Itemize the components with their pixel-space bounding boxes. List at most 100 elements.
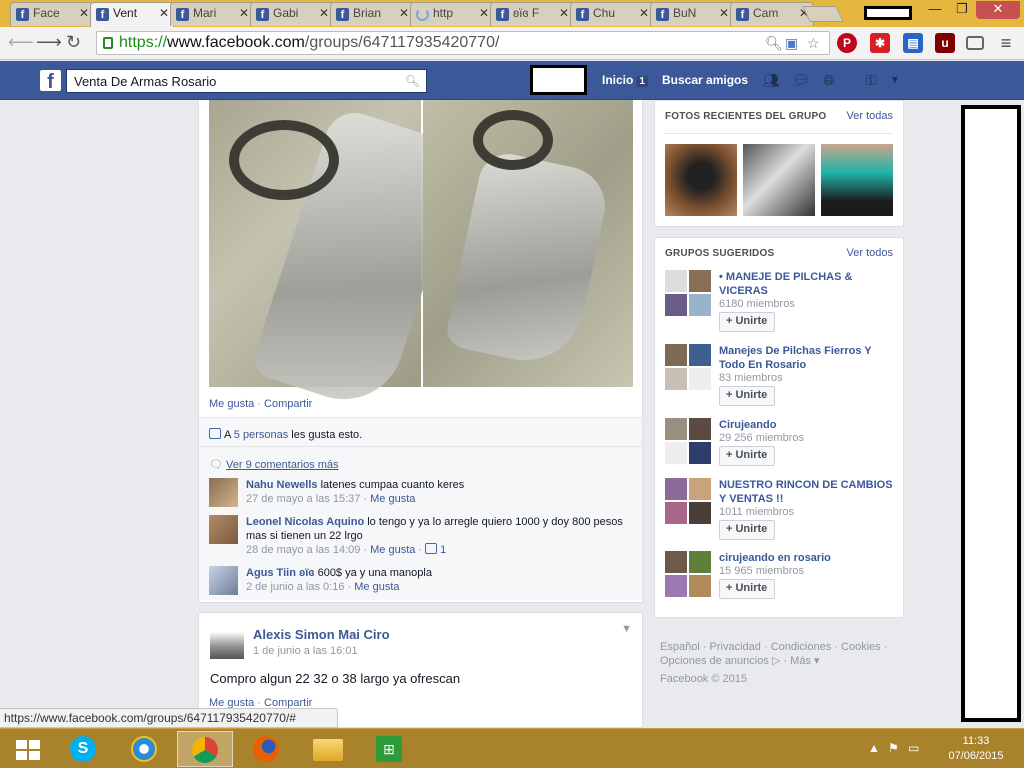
taskbar-chrome[interactable] (177, 731, 233, 767)
group-name-link[interactable]: • MANEJE DE PILCHAS & VICERAS (719, 270, 894, 298)
profile-redacted-box[interactable] (530, 65, 587, 95)
close-tab-icon[interactable]: ✕ (319, 6, 329, 20)
footer-link[interactable]: Cookies (841, 641, 881, 653)
tray-chevron-icon[interactable]: ▲ (868, 741, 880, 755)
post-photo[interactable] (423, 100, 633, 387)
share-link[interactable]: Compartir (264, 398, 312, 410)
avatar[interactable] (209, 515, 238, 544)
start-button[interactable] (0, 731, 56, 767)
likers-link[interactable]: 5 personas (234, 429, 288, 441)
comment-like-link[interactable]: Me gusta (370, 544, 415, 556)
nav-home[interactable]: Inicio 1 (602, 73, 648, 87)
messages-icon[interactable]: 💬︎ (792, 72, 810, 88)
action-center-flag-icon[interactable]: ⚑ (888, 741, 899, 755)
bookmark-star-icon[interactable]: ☆ (807, 35, 820, 52)
menu-icon[interactable]: ≡ (996, 33, 1016, 53)
notifications-globe-icon[interactable]: 🌐︎ (820, 72, 838, 88)
group-members-mosaic[interactable] (665, 344, 711, 390)
address-bar[interactable]: https://www.facebook.com/groups/64711793… (96, 31, 830, 55)
search-input[interactable]: Venta De Armas Rosario 🔍︎ (66, 69, 427, 93)
network-icon[interactable]: ▭ (908, 741, 919, 755)
comment-author[interactable]: Leonel Nicolas Aquino (246, 516, 364, 528)
facebook-logo-icon[interactable]: f (40, 70, 61, 93)
taskbar-firefox[interactable] (238, 731, 294, 767)
browser-tab[interactable]: f Gabi ✕ (250, 2, 334, 26)
privacy-shortcuts-icon[interactable]: ⚿ (862, 72, 880, 88)
see-all-groups-link[interactable]: Ver todos (847, 247, 893, 259)
join-group-button[interactable]: + Unirte (719, 312, 776, 332)
nav-find-friends[interactable]: Buscar amigos (662, 73, 748, 87)
comment-author[interactable]: Nahu Newells (246, 479, 318, 491)
taskbar-ie[interactable] (116, 731, 172, 767)
post-photo[interactable] (209, 100, 469, 415)
group-members-mosaic[interactable] (665, 418, 711, 464)
group-members-mosaic[interactable] (665, 551, 711, 597)
post-options-chevron-icon[interactable]: ▼ (621, 623, 632, 635)
friend-requests-icon[interactable]: 👥︎ (762, 72, 780, 88)
comment-author[interactable]: Agus Tiin ʚïɞ (246, 567, 315, 579)
comment-like-link[interactable]: Me gusta (354, 581, 399, 593)
taskbar-clock[interactable]: 11:33 07/06/2015 (938, 734, 1014, 764)
browser-tab[interactable]: http ✕ (410, 2, 494, 26)
maximize-icon[interactable]: ❐ (950, 1, 974, 19)
close-tab-icon[interactable]: ✕ (159, 6, 169, 20)
avatar[interactable] (210, 625, 244, 659)
comment-like-count[interactable]: 1 (440, 544, 446, 556)
browser-tab-active[interactable]: f Vent ✕ (90, 2, 174, 27)
reload-icon[interactable]: ↻ (66, 32, 81, 53)
browser-tab[interactable]: f ʚïɞ F ✕ (490, 2, 574, 26)
account-menu-chevron-icon[interactable]: ▼ (886, 75, 904, 91)
close-tab-icon[interactable]: ✕ (559, 6, 569, 20)
view-more-comments[interactable]: 🗨︎ Ver 9 comentarios más (209, 458, 339, 471)
close-tab-icon[interactable]: ✕ (639, 6, 649, 20)
group-name-link[interactable]: cirujeando en rosario (719, 551, 894, 565)
close-tab-icon[interactable]: ✕ (399, 6, 409, 20)
translate-icon[interactable]: ▣ (785, 35, 798, 52)
profile-redacted-box[interactable] (864, 6, 912, 20)
join-group-button[interactable]: + Unirte (719, 446, 776, 466)
extension-icon[interactable]: ▤ (903, 33, 923, 53)
taskbar-skype[interactable]: S (55, 731, 111, 767)
back-arrow-icon[interactable]: ⟵ (8, 32, 34, 53)
minimize-icon[interactable]: — (922, 1, 948, 19)
footer-link[interactable]: Privacidad (710, 641, 761, 653)
avatar[interactable] (209, 478, 238, 507)
join-group-button[interactable]: + Unirte (719, 520, 776, 540)
browser-tab[interactable]: f BuN ✕ (650, 2, 734, 26)
footer-link[interactable]: Opciones de anuncios (660, 655, 769, 667)
taskbar-explorer[interactable] (300, 731, 356, 767)
footer-link[interactable]: Condiciones (771, 641, 832, 653)
avatar[interactable] (209, 566, 238, 595)
browser-tab[interactable]: f Brian ✕ (330, 2, 414, 26)
post-date[interactable]: 1 de junio a las 16:01 (253, 645, 358, 657)
comment-like-link[interactable]: Me gusta (370, 493, 415, 505)
post-author[interactable]: Alexis Simon Mai Ciro (253, 627, 390, 642)
group-members-mosaic[interactable] (665, 270, 711, 316)
close-tab-icon[interactable]: ✕ (719, 6, 729, 20)
close-window-icon[interactable]: ✕ (976, 1, 1020, 19)
close-tab-icon[interactable]: ✕ (479, 6, 489, 20)
browser-tab[interactable]: f Mari ✕ (170, 2, 254, 26)
lastpass-icon[interactable]: ✱ (870, 33, 890, 53)
recent-photo[interactable] (821, 144, 893, 216)
join-group-button[interactable]: + Unirte (719, 579, 776, 599)
zoom-icon[interactable]: 🔍︎ (765, 35, 783, 52)
pinterest-icon[interactable]: P (837, 33, 857, 53)
see-all-photos-link[interactable]: Ver todas (847, 110, 893, 122)
close-tab-icon[interactable]: ✕ (79, 6, 89, 20)
group-name-link[interactable]: Manejes De Pilchas Fierros Y Todo En Ros… (719, 344, 894, 372)
browser-tab[interactable]: f Face ✕ (10, 2, 94, 26)
group-members-mosaic[interactable] (665, 478, 711, 524)
recent-photo[interactable] (743, 144, 815, 216)
cast-icon[interactable] (966, 36, 984, 50)
browser-tab[interactable]: f Chu ✕ (570, 2, 654, 26)
join-group-button[interactable]: + Unirte (719, 386, 776, 406)
taskbar-store[interactable]: ⊞ (361, 731, 417, 767)
recent-photo[interactable] (665, 144, 737, 216)
like-link[interactable]: Me gusta (209, 398, 254, 410)
close-tab-icon[interactable]: ✕ (239, 6, 249, 20)
ublock-icon[interactable]: u (935, 33, 955, 53)
footer-link[interactable]: Español (660, 641, 700, 653)
group-name-link[interactable]: NUESTRO RINCON DE CAMBIOS Y VENTAS !! (719, 478, 894, 506)
forward-arrow-icon[interactable]: ⟶ (36, 32, 62, 53)
